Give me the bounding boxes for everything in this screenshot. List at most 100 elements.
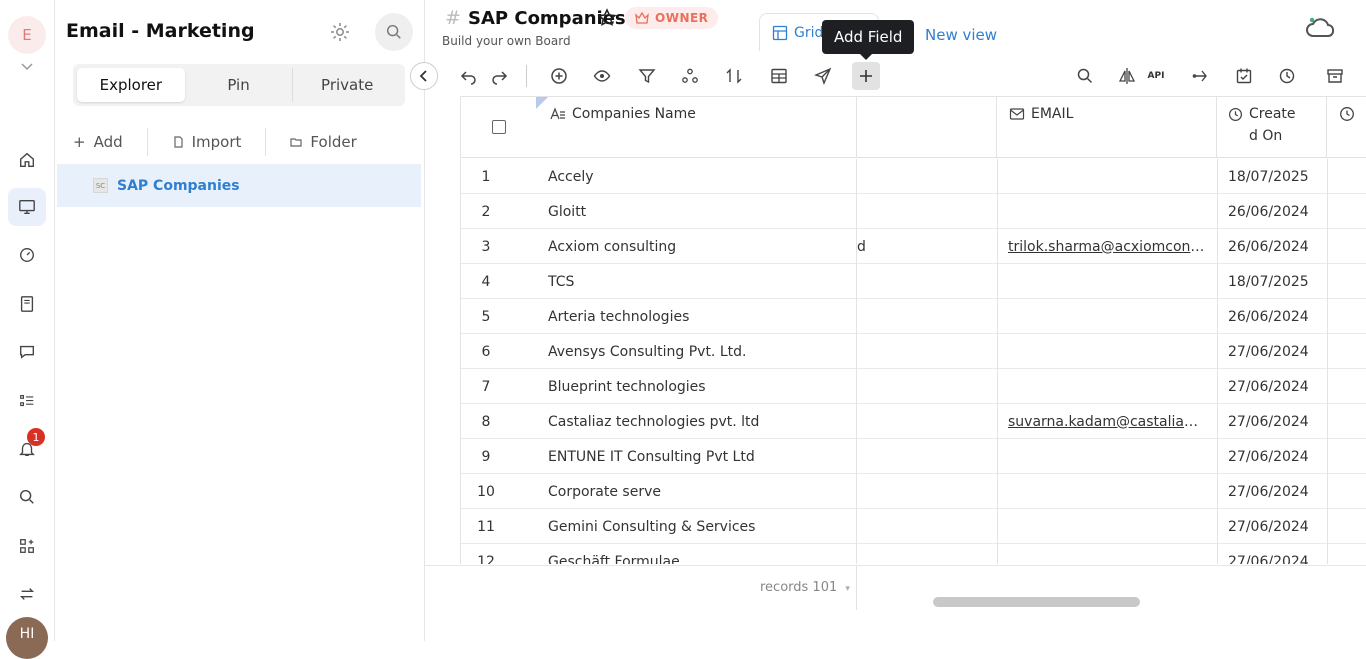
hidden-column-cell[interactable]	[856, 369, 997, 404]
company-name-cell[interactable]: Geschäft Formulae	[548, 544, 848, 565]
hidden-column-cell[interactable]	[856, 334, 997, 369]
column-header-created-on[interactable]: Create d On	[1217, 97, 1327, 158]
workspace-avatar[interactable]: E	[8, 16, 46, 54]
tab-explorer[interactable]: Explorer	[77, 68, 185, 102]
next-column-cell[interactable]	[1327, 404, 1366, 439]
new-view-link[interactable]: New view	[925, 26, 997, 44]
email-cell[interactable]	[997, 264, 1217, 299]
hidden-column-cell[interactable]	[856, 194, 997, 229]
add-circle-icon[interactable]	[545, 62, 573, 90]
email-cell[interactable]	[997, 544, 1217, 564]
next-column-cell[interactable]	[1327, 194, 1366, 229]
archive-icon[interactable]	[1321, 62, 1349, 90]
created-on-cell[interactable]: 27/06/2024	[1217, 369, 1327, 404]
created-on-cell[interactable]: 26/06/2024	[1217, 299, 1327, 334]
email-cell[interactable]	[997, 509, 1217, 544]
gear-icon[interactable]	[328, 20, 352, 44]
company-name-cell[interactable]: Blueprint technologies	[548, 369, 848, 404]
hidden-column-cell[interactable]	[856, 404, 997, 439]
chevron-down-icon[interactable]	[19, 58, 35, 74]
table-row[interactable]: 7 Blueprint technologies 27/06/2024	[461, 369, 1366, 404]
created-on-cell[interactable]: 27/06/2024	[1217, 509, 1327, 544]
table-row[interactable]: 12 Geschäft Formulae 27/06/2024	[461, 544, 1366, 564]
undo-icon[interactable]	[455, 62, 483, 90]
email-cell[interactable]	[997, 194, 1217, 229]
next-column-cell[interactable]	[1327, 264, 1366, 299]
tab-pin[interactable]: Pin	[185, 68, 294, 102]
email-cell[interactable]	[997, 299, 1217, 334]
email-cell[interactable]	[997, 474, 1217, 509]
table-icon[interactable]	[765, 62, 793, 90]
sort-icon[interactable]	[720, 62, 748, 90]
company-name-cell[interactable]: Gloitt	[548, 194, 848, 229]
select-all-checkbox[interactable]	[492, 120, 506, 134]
email-link[interactable]: suvarna.kadam@castaliaz.co.in	[1008, 414, 1205, 430]
table-row[interactable]: 2 Gloitt 26/06/2024	[461, 194, 1366, 229]
split-icon[interactable]	[1113, 62, 1141, 90]
created-on-cell[interactable]: 27/06/2024	[1217, 474, 1327, 509]
column-header-hidden[interactable]	[857, 97, 997, 158]
next-column-cell[interactable]	[1327, 334, 1366, 369]
table-row[interactable]: 1 Accely 18/07/2025	[461, 159, 1366, 194]
next-column-cell[interactable]	[1327, 509, 1366, 544]
table-row[interactable]: 9 ENTUNE IT Consulting Pvt Ltd 27/06/2024	[461, 439, 1366, 474]
column-header-email[interactable]: EMAIL	[997, 97, 1217, 158]
email-link[interactable]: trilok.sharma@acxiomconsulting.com	[1008, 239, 1205, 255]
created-on-cell[interactable]: 26/06/2024	[1217, 194, 1327, 229]
add-field-button[interactable]	[852, 62, 880, 90]
sidebar-item-sap-companies[interactable]: SC SAP Companies	[57, 164, 421, 207]
table-row[interactable]: 5 Arteria technologies 26/06/2024	[461, 299, 1366, 334]
chat-icon[interactable]	[8, 333, 46, 371]
chevron-down-icon[interactable]: ▾	[845, 584, 850, 594]
company-name-cell[interactable]: Acxiom consulting	[548, 229, 848, 264]
next-column-cell[interactable]	[1327, 229, 1366, 264]
book-icon[interactable]	[8, 285, 46, 323]
share-icon[interactable]	[1186, 62, 1214, 90]
filter-icon[interactable]	[633, 62, 661, 90]
email-cell[interactable]: trilok.sharma@acxiomconsulting.com	[997, 229, 1217, 264]
user-avatar[interactable]: HI	[6, 617, 48, 659]
column-header-next[interactable]	[1327, 97, 1366, 158]
created-on-cell[interactable]: 26/06/2024	[1217, 229, 1327, 264]
eye-icon[interactable]	[588, 62, 616, 90]
search-icon[interactable]	[8, 478, 46, 516]
collapse-sidebar-button[interactable]	[410, 62, 438, 90]
home-icon[interactable]	[8, 141, 46, 179]
email-cell[interactable]	[997, 159, 1217, 194]
hidden-column-cell[interactable]	[856, 509, 997, 544]
email-cell[interactable]	[997, 334, 1217, 369]
dashboard-icon[interactable]	[8, 236, 46, 274]
search-icon[interactable]	[1071, 62, 1099, 90]
table-row[interactable]: 4 TCS 18/07/2025	[461, 264, 1366, 299]
company-name-cell[interactable]: ENTUNE IT Consulting Pvt Ltd	[548, 439, 848, 474]
next-column-cell[interactable]	[1327, 369, 1366, 404]
hidden-column-cell[interactable]	[856, 159, 997, 194]
next-column-cell[interactable]	[1327, 439, 1366, 474]
next-column-cell[interactable]	[1327, 159, 1366, 194]
hidden-column-cell[interactable]	[856, 544, 997, 564]
next-column-cell[interactable]	[1327, 474, 1366, 509]
company-name-cell[interactable]: Arteria technologies	[548, 299, 848, 334]
swap-icon[interactable]	[8, 575, 46, 613]
company-name-cell[interactable]: Accely	[548, 159, 848, 194]
email-cell[interactable]	[997, 439, 1217, 474]
hidden-column-cell[interactable]	[856, 264, 997, 299]
star-icon[interactable]	[597, 8, 617, 28]
company-name-cell[interactable]: TCS	[548, 264, 848, 299]
table-row[interactable]: 3 Acxiom consulting d trilok.sharma@acxiomc…	[461, 229, 1366, 264]
table-row[interactable]: 8 Castaliaz technologies pvt. ltd suvarna.…	[461, 404, 1366, 439]
calendar-icon[interactable]	[1230, 62, 1258, 90]
apps-icon[interactable]	[8, 527, 46, 565]
group-icon[interactable]	[676, 62, 704, 90]
folder-button[interactable]: Folder	[290, 133, 357, 151]
horizontal-scrollbar[interactable]	[933, 597, 1140, 607]
send-icon[interactable]	[809, 62, 837, 90]
hidden-column-cell[interactable]	[856, 439, 997, 474]
api-icon[interactable]: API	[1142, 62, 1170, 90]
created-on-cell[interactable]: 27/06/2024	[1217, 334, 1327, 369]
created-on-cell[interactable]: 18/07/2025	[1217, 159, 1327, 194]
sidebar-search-button[interactable]	[375, 13, 413, 51]
import-button[interactable]: Import	[172, 133, 241, 151]
company-name-cell[interactable]: Avensys Consulting Pvt. Ltd.	[548, 334, 848, 369]
company-name-cell[interactable]: Gemini Consulting & Services	[548, 509, 848, 544]
